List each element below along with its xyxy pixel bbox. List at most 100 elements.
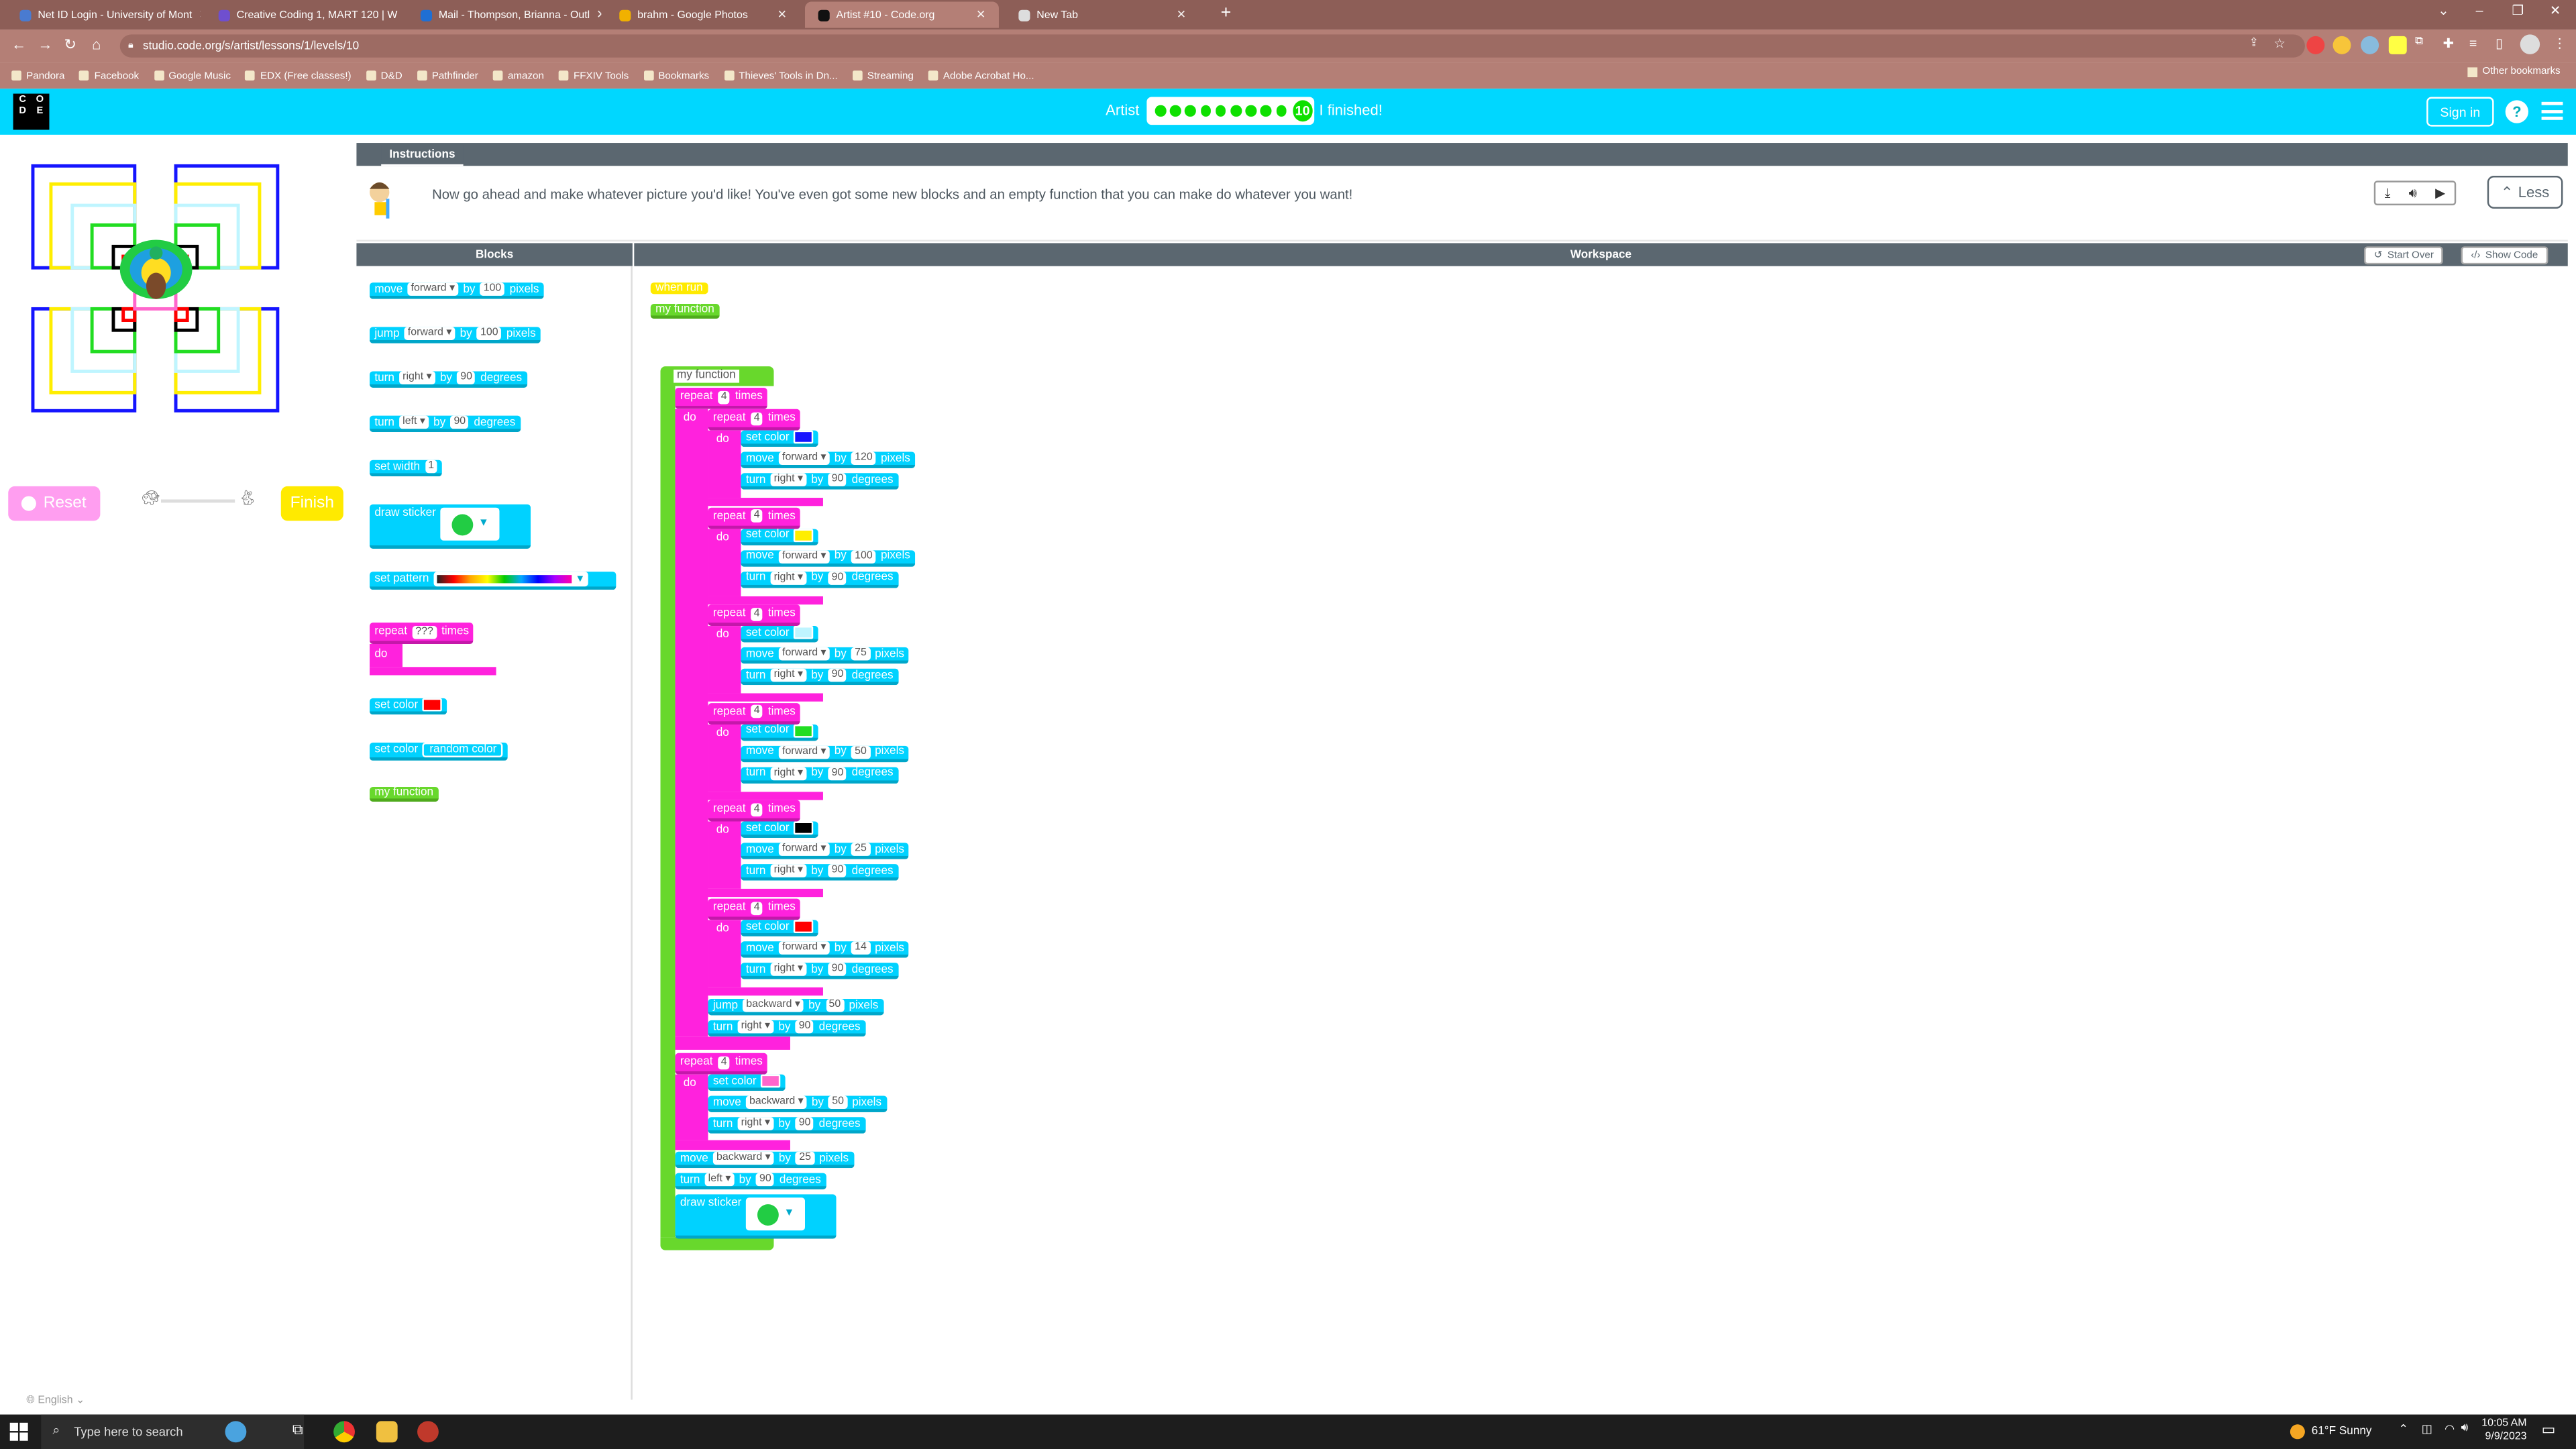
bookmark-item[interactable]: Pathfinder: [417, 70, 478, 81]
language-selector[interactable]: 🌐︎ English ⌄: [26, 1393, 85, 1408]
repeat-header[interactable]: repeat 4 times: [708, 800, 801, 822]
direction-dropdown[interactable]: forward ▾: [779, 549, 830, 564]
direction-dropdown[interactable]: forward ▾: [407, 282, 458, 296]
puzzle-icon[interactable]: ✚: [2443, 36, 2454, 51]
color-swatch[interactable]: [794, 626, 814, 640]
profile-avatar[interactable]: [2520, 34, 2540, 54]
number-field[interactable]: 4: [750, 705, 763, 718]
number-field[interactable]: 4: [750, 803, 763, 816]
number-field[interactable]: 75: [851, 647, 870, 661]
reading-list-icon[interactable]: ≡: [2469, 36, 2477, 51]
direction-dropdown[interactable]: forward ▾: [779, 941, 830, 955]
direction-dropdown[interactable]: backward ▾: [713, 1151, 774, 1165]
reload-icon[interactable]: ↻: [64, 36, 76, 54]
extension-icon[interactable]: ⧉: [2415, 36, 2423, 50]
repeat-header[interactable]: repeat 4 times: [708, 506, 801, 529]
hamburger-menu-icon[interactable]: [2541, 101, 2563, 120]
number-field[interactable]: 120: [851, 451, 876, 466]
direction-dropdown[interactable]: forward ▾: [779, 843, 830, 857]
draw-sticker-block[interactable]: draw sticker ▼: [370, 504, 531, 549]
number-field[interactable]: 90: [828, 767, 847, 780]
repeat-header[interactable]: repeat 4 times: [708, 409, 801, 431]
file-explorer-icon[interactable]: [376, 1421, 398, 1443]
turn-block[interactable]: turn left ▾ by 90 degrees: [675, 1173, 826, 1190]
set-color-block[interactable]: set color: [741, 528, 819, 545]
home-icon[interactable]: ⌂: [92, 36, 101, 52]
minimize-icon[interactable]: –: [2476, 3, 2483, 18]
number-field[interactable]: 4: [717, 1055, 731, 1069]
direction-dropdown[interactable]: right ▾: [770, 571, 806, 584]
bookmark-item[interactable]: EDX (Free classes!): [245, 70, 352, 81]
repeat-block[interactable]: repeat ??? times do: [370, 623, 498, 678]
level-dot[interactable]: [1185, 105, 1196, 117]
tab-search-icon[interactable]: ⌄: [2438, 3, 2449, 18]
cortana-icon[interactable]: [225, 1421, 247, 1443]
number-field[interactable]: 90: [828, 963, 847, 976]
close-tab-icon[interactable]: ✕: [1177, 8, 1186, 21]
number-field[interactable]: 4: [750, 607, 763, 621]
direction-dropdown[interactable]: right ▾: [770, 473, 806, 486]
turn-left-block[interactable]: turn left ▾ by 90 degrees: [370, 415, 521, 433]
move-block[interactable]: move forward ▾ by 25 pixels: [741, 843, 910, 860]
clock[interactable]: 10:05 AM 9/9/2023: [2481, 1417, 2526, 1444]
instructions-tab[interactable]: Instructions: [381, 144, 464, 166]
weather-widget[interactable]: 61°F Sunny: [2290, 1424, 2371, 1440]
direction-dropdown[interactable]: right ▾: [770, 963, 806, 976]
set-color-block[interactable]: set color: [741, 724, 819, 741]
number-field[interactable]: 100: [477, 327, 502, 340]
bookmark-item[interactable]: Thieves' Tools in Dn...: [724, 70, 838, 81]
maximize-icon[interactable]: ❐: [2512, 3, 2524, 18]
pattern-dropdown[interactable]: ▼: [433, 572, 588, 587]
bookmark-item[interactable]: amazon: [492, 70, 544, 81]
direction-dropdown[interactable]: right ▾: [770, 669, 806, 682]
color-swatch[interactable]: [794, 430, 814, 444]
sidebar-icon[interactable]: ▯: [2496, 36, 2503, 51]
number-field[interactable]: 4: [750, 901, 763, 914]
notification-icon[interactable]: ▭: [2542, 1421, 2556, 1439]
move-block[interactable]: move forward ▾ by 75 pixels: [741, 647, 910, 664]
bookmark-item[interactable]: Pandora: [11, 70, 65, 81]
turn-block[interactable]: turn right ▾ by 90 degrees: [741, 865, 898, 881]
number-field[interactable]: 90: [828, 473, 847, 486]
turn-block[interactable]: turn right ▾ by 90 degrees: [741, 669, 898, 686]
function-name-field[interactable]: my function: [674, 370, 739, 383]
level-dot[interactable]: [1245, 105, 1256, 117]
help-icon[interactable]: ?: [2505, 100, 2528, 123]
move-block[interactable]: move backward ▾ by 50 pixels: [708, 1095, 887, 1112]
set-width-block[interactable]: set width 1: [370, 460, 443, 477]
number-field[interactable]: 25: [851, 843, 870, 857]
draw-sticker-block[interactable]: draw sticker ▼: [675, 1194, 837, 1239]
extension-icon[interactable]: [2332, 36, 2351, 54]
direction-dropdown[interactable]: forward ▾: [404, 327, 455, 340]
set-color-block[interactable]: set color: [741, 920, 819, 936]
level-dot[interactable]: [1230, 105, 1242, 117]
jump-block[interactable]: jump backward ▾ by 50 pixels: [708, 998, 883, 1016]
play-icon[interactable]: ▶: [2435, 186, 2445, 201]
bookmark-item[interactable]: Google Music: [154, 70, 231, 81]
number-field[interactable]: 1: [425, 460, 438, 474]
current-level-badge[interactable]: 10: [1291, 98, 1315, 123]
bookmark-item[interactable]: Bookmarks: [643, 70, 709, 81]
url-input[interactable]: 🔒︎ studio.code.org/s/artist/lessons/1/le…: [119, 34, 2305, 58]
color-swatch[interactable]: [794, 822, 814, 836]
repeat-header[interactable]: repeat 4 times: [708, 898, 801, 920]
chrome-icon[interactable]: [333, 1421, 355, 1443]
sticker-dropdown[interactable]: ▼: [441, 507, 500, 541]
network-icon[interactable]: ◫: [2422, 1423, 2432, 1436]
direction-dropdown[interactable]: right ▾: [737, 1020, 773, 1034]
call-my-function-block[interactable]: my function: [370, 787, 439, 802]
browser-tab[interactable]: Creative Coding 1, MART 120 | W✕: [205, 1, 399, 28]
sign-in-button[interactable]: Sign in: [2426, 97, 2494, 127]
move-block[interactable]: move forward ▾ by 100 pixels: [741, 549, 916, 566]
random-color-block[interactable]: random color: [423, 742, 504, 757]
bookmark-item[interactable]: D&D: [366, 70, 402, 81]
browser-tab[interactable]: Mail - Thompson, Brianna - Outl ✕: [407, 1, 601, 28]
new-tab-button[interactable]: +: [1221, 3, 1232, 23]
direction-dropdown[interactable]: right ▾: [737, 1117, 773, 1130]
color-swatch[interactable]: [761, 1074, 782, 1088]
bookmark-item[interactable]: Facebook: [79, 70, 139, 81]
forward-icon[interactable]: →: [38, 36, 52, 52]
direction-dropdown[interactable]: backward ▾: [746, 1095, 807, 1110]
direction-dropdown[interactable]: forward ▾: [779, 451, 830, 466]
back-icon[interactable]: ←: [11, 36, 26, 52]
